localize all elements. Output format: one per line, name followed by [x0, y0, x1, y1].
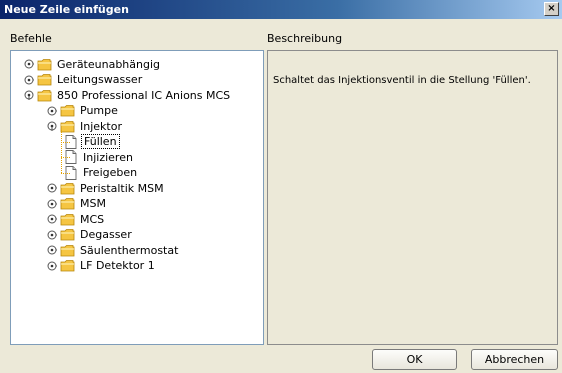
- tree-item-label: Peristaltik MSM: [80, 181, 164, 195]
- window-title: Neue Zeile einfügen: [4, 3, 129, 16]
- tree-item[interactable]: LF Detektor 1: [47, 258, 157, 274]
- tree-connector-line: [61, 141, 70, 143]
- folder-icon: [37, 73, 52, 86]
- collapse-icon[interactable]: [24, 90, 34, 100]
- expand-icon[interactable]: [47, 183, 57, 193]
- folder-icon: [60, 182, 75, 195]
- expand-icon[interactable]: [47, 106, 57, 116]
- title-bar: Neue Zeile einfügen ×: [0, 0, 562, 19]
- tree-item[interactable]: Freigeben: [65, 165, 139, 181]
- tree-item[interactable]: Leitungswasser: [24, 72, 144, 88]
- tree-connector-line: [61, 157, 70, 158]
- folder-icon: [37, 58, 52, 71]
- tree-item-label: LF Detektor 1: [80, 259, 155, 272]
- folder-icon: [60, 197, 75, 210]
- tree-item[interactable]: 850 Professional IC Anions MCS: [24, 87, 232, 103]
- tree-item-label: Pumpe: [80, 104, 118, 117]
- command-tree[interactable]: Geräteunabhängig Leitungswasser 850 Prof…: [10, 50, 264, 345]
- folder-icon: [60, 259, 75, 272]
- tree-item[interactable]: MSM: [47, 196, 108, 212]
- expand-icon[interactable]: [47, 214, 57, 224]
- tree-item[interactable]: Injektor: [47, 118, 124, 134]
- folder-icon: [37, 89, 52, 102]
- expand-icon[interactable]: [47, 199, 57, 209]
- folder-icon: [60, 120, 75, 133]
- expand-icon[interactable]: [24, 59, 34, 69]
- tree-item[interactable]: Geräteunabhängig: [24, 56, 162, 72]
- folder-icon: [60, 104, 75, 117]
- tree-connector-line: [61, 172, 70, 174]
- tree-item[interactable]: Injizieren: [65, 149, 135, 165]
- tree-item-label: Freigeben: [83, 166, 138, 179]
- expand-icon[interactable]: [47, 261, 57, 271]
- folder-icon: [60, 213, 75, 226]
- cancel-button[interactable]: Abbrechen: [471, 349, 558, 370]
- tree-item-label: MCS: [80, 212, 105, 226]
- tree-item-label: Injektor: [80, 119, 122, 133]
- folder-icon: [60, 228, 75, 241]
- tree-item-label: Injizieren: [83, 150, 133, 164]
- collapse-icon[interactable]: [47, 121, 57, 131]
- close-button[interactable]: ×: [544, 2, 559, 16]
- description-panel: Schaltet das Injektionsventil in die Ste…: [267, 50, 558, 345]
- tree-item[interactable]: MCS: [47, 211, 106, 227]
- tree-item-label: Leitungswasser: [57, 73, 143, 86]
- expand-icon[interactable]: [24, 75, 34, 85]
- tree-item-label: Säulenthermostat: [80, 243, 179, 257]
- tree-item-label: MSM: [80, 197, 106, 210]
- tree-item-label: Füllen: [81, 134, 120, 149]
- tree-item-label: Degasser: [80, 228, 132, 241]
- expand-icon[interactable]: [47, 245, 57, 255]
- tree-item[interactable]: Füllen: [65, 134, 120, 150]
- tree-item[interactable]: Peristaltik MSM: [47, 180, 166, 196]
- tree-item-label: 850 Professional IC Anions MCS: [57, 88, 231, 102]
- tree-item[interactable]: Pumpe: [47, 103, 120, 119]
- tree-connector-line: [61, 130, 62, 173]
- commands-label: Befehle: [10, 32, 52, 45]
- tree-item-label: Geräteunabhängig: [57, 57, 161, 71]
- description-label: Beschreibung: [267, 32, 343, 45]
- description-text: Schaltet das Injektionsventil in die Ste…: [273, 75, 531, 86]
- ok-button[interactable]: OK: [372, 349, 457, 370]
- folder-icon: [60, 244, 75, 257]
- expand-icon[interactable]: [47, 230, 57, 240]
- tree-item[interactable]: Degasser: [47, 227, 134, 243]
- tree-item[interactable]: Säulenthermostat: [47, 242, 180, 258]
